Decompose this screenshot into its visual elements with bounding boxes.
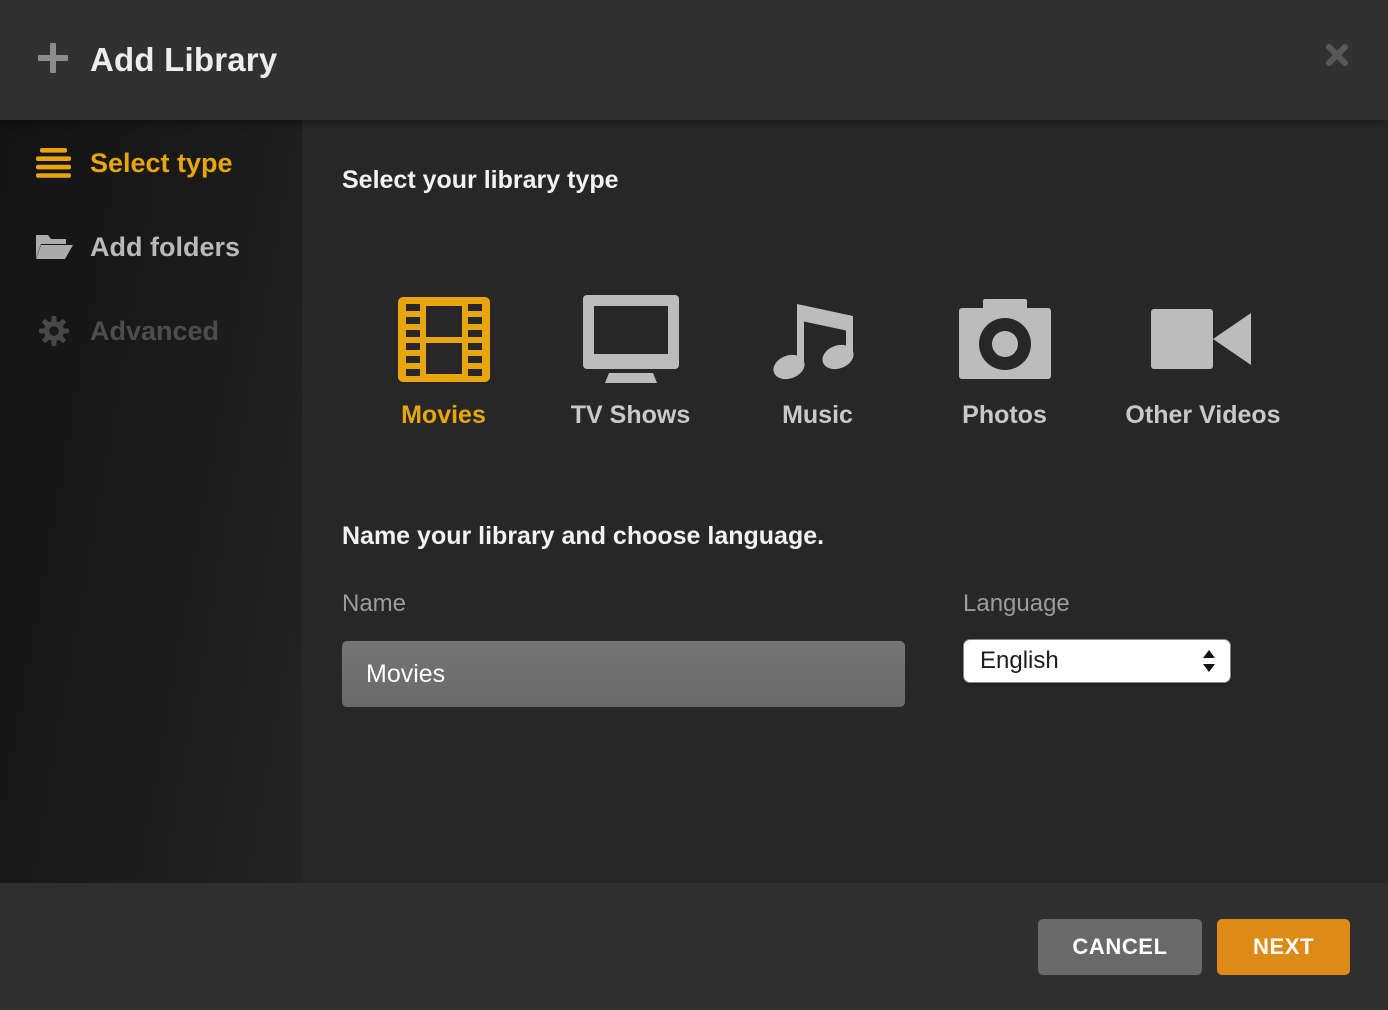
plus-icon bbox=[36, 41, 70, 80]
up-down-arrows-icon bbox=[1202, 650, 1216, 672]
library-type-label: Movies bbox=[401, 401, 486, 430]
tv-icon bbox=[583, 293, 679, 385]
video-camera-icon bbox=[1151, 293, 1255, 385]
folder-open-icon bbox=[34, 232, 74, 262]
library-type-tv-shows[interactable]: TV Shows bbox=[537, 293, 724, 430]
library-type-label: TV Shows bbox=[571, 401, 690, 430]
wizard-steps-sidebar: Select type Add folders bbox=[0, 120, 302, 883]
add-library-dialog: Add Library Select type bbox=[0, 0, 1388, 1010]
language-select-value: English bbox=[980, 647, 1202, 675]
music-note-icon bbox=[772, 293, 864, 385]
type-section-title: Select your library type bbox=[342, 166, 619, 195]
library-type-other-videos[interactable]: Other Videos bbox=[1098, 293, 1308, 430]
main-content: Select your library type bbox=[302, 120, 1388, 883]
library-type-music[interactable]: Music bbox=[724, 293, 911, 430]
film-strip-icon bbox=[398, 293, 490, 385]
sidebar-item-label: Add folders bbox=[90, 232, 240, 263]
next-button[interactable]: NEXT bbox=[1217, 919, 1350, 975]
cancel-button[interactable]: CANCEL bbox=[1038, 919, 1202, 975]
sidebar-item-advanced: Advanced bbox=[0, 298, 302, 364]
name-label: Name bbox=[342, 590, 406, 618]
library-type-movies[interactable]: Movies bbox=[350, 293, 537, 430]
library-type-label: Photos bbox=[962, 401, 1047, 430]
sidebar-item-label: Select type bbox=[90, 148, 233, 179]
dialog-footer: CANCEL NEXT bbox=[0, 883, 1388, 1010]
language-select[interactable]: English bbox=[963, 639, 1231, 683]
name-section-title: Name your library and choose language. bbox=[342, 522, 824, 551]
library-type-label: Other Videos bbox=[1125, 401, 1280, 430]
library-type-photos[interactable]: Photos bbox=[911, 293, 1098, 430]
close-icon[interactable] bbox=[1322, 40, 1352, 70]
sidebar-item-select-type[interactable]: Select type bbox=[0, 130, 302, 196]
language-label: Language bbox=[963, 590, 1070, 618]
dialog-header: Add Library bbox=[0, 0, 1388, 120]
gear-icon bbox=[34, 316, 74, 346]
list-icon bbox=[34, 148, 74, 179]
sidebar-item-add-folders[interactable]: Add folders bbox=[0, 214, 302, 280]
library-type-picker: Movies TV Shows bbox=[350, 293, 1308, 430]
library-name-input[interactable] bbox=[342, 641, 905, 707]
camera-icon bbox=[959, 293, 1051, 385]
sidebar-item-label: Advanced bbox=[90, 316, 219, 347]
library-type-label: Music bbox=[782, 401, 853, 430]
dialog-title: Add Library bbox=[90, 41, 277, 79]
